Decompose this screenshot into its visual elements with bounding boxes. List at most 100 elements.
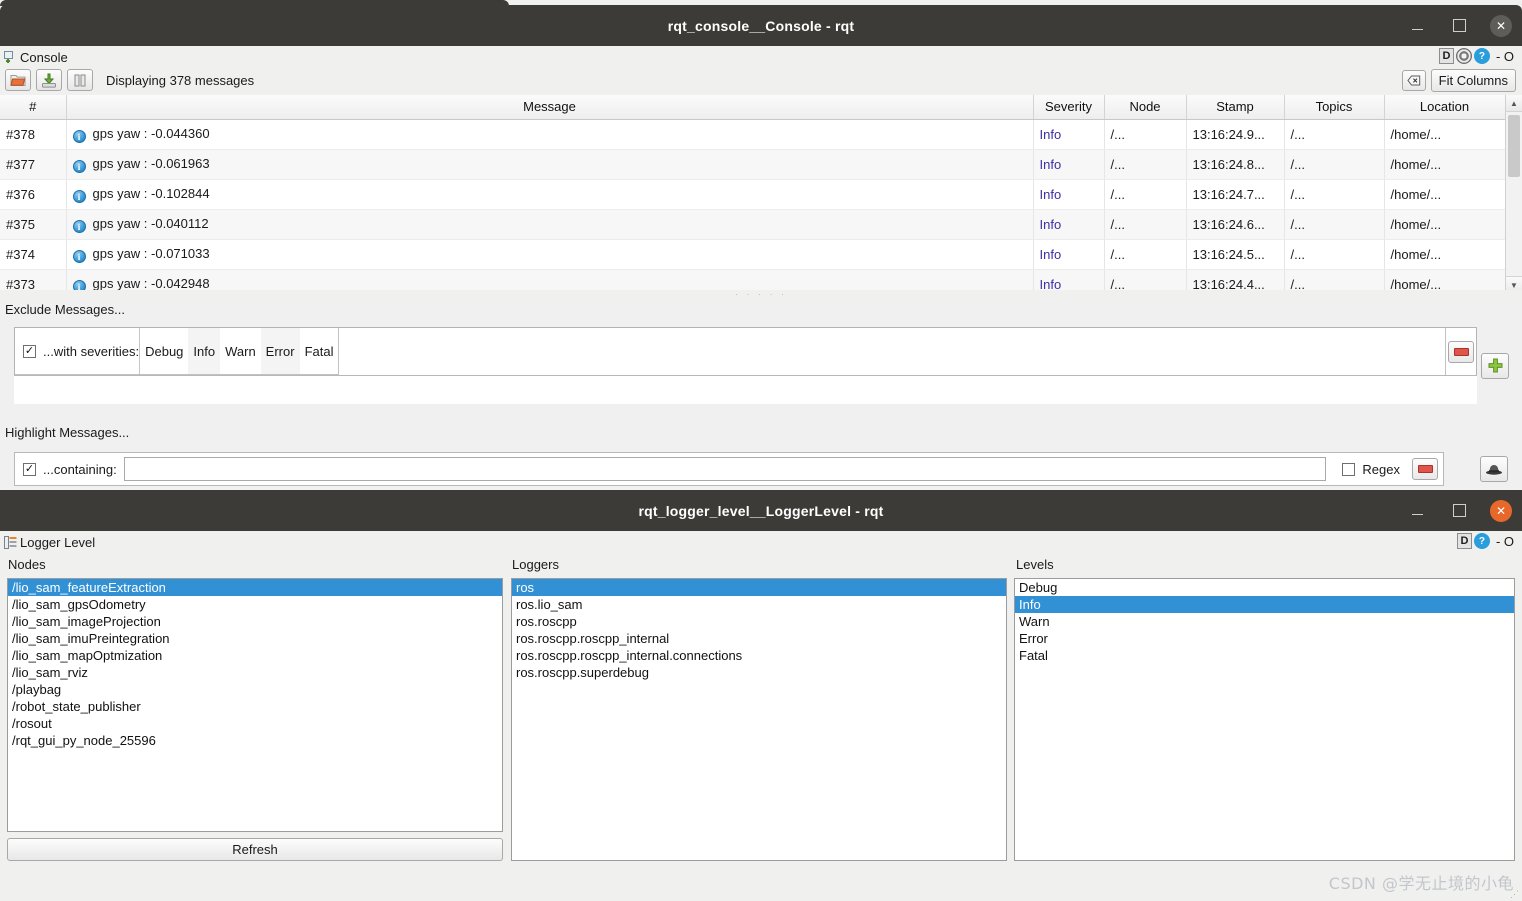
column-header-node[interactable]: Node: [1104, 95, 1187, 120]
list-item[interactable]: /rosout: [8, 715, 502, 732]
severity-option-error[interactable]: Error: [260, 328, 300, 374]
levels-list[interactable]: Debug Info Warn Error Fatal: [1014, 578, 1515, 861]
column-header-location[interactable]: Location: [1384, 95, 1506, 120]
info-icon: i: [72, 189, 86, 203]
exclude-severity-row[interactable]: ✓ ...with severities: Debug Info Warn Er…: [15, 328, 1445, 375]
table-row[interactable]: #377 i gps yaw : -0.061963 Info /... 13:1…: [0, 149, 1506, 180]
logger-float-icon[interactable]: D: [1456, 533, 1472, 549]
cell-num: #376: [0, 179, 67, 210]
pause-button[interactable]: [67, 69, 93, 91]
column-header-stamp[interactable]: Stamp: [1186, 95, 1285, 120]
exclude-filter-list[interactable]: [14, 375, 1477, 404]
gear-icon[interactable]: [1455, 48, 1472, 64]
exclude-severity-checkbox[interactable]: ✓: [23, 344, 36, 358]
table-row[interactable]: #374 i gps yaw : -0.071033 Info /... 13:1…: [0, 239, 1506, 270]
list-item[interactable]: /lio_sam_imageProjection: [8, 613, 502, 630]
list-item[interactable]: ros.roscpp.roscpp_internal: [512, 630, 1006, 647]
nodes-list[interactable]: /lio_sam_featureExtraction /lio_sam_gpsO…: [7, 578, 503, 832]
help-icon[interactable]: ?: [1473, 48, 1490, 64]
logger-close-button[interactable]: ✕: [1490, 499, 1512, 522]
regex-option[interactable]: Regex: [1330, 453, 1412, 485]
column-header-severity[interactable]: Severity: [1033, 95, 1105, 120]
logger-maximize-button[interactable]: [1448, 500, 1470, 522]
highlight-containing-checkbox[interactable]: ✓: [23, 462, 36, 476]
table-splitter[interactable]: · · · · ·: [0, 290, 1522, 299]
list-item[interactable]: /lio_sam_imuPreintegration: [8, 630, 502, 647]
close-button[interactable]: ✕: [1490, 14, 1512, 37]
table-row[interactable]: #376 i gps yaw : -0.102844 Info /... 13:1…: [0, 179, 1506, 210]
hide-messages-button[interactable]: [1480, 456, 1508, 482]
cell-num: #377: [0, 149, 67, 180]
table-scrollbar[interactable]: ▲ ▼: [1505, 95, 1522, 293]
cell-node: /...: [1104, 119, 1187, 150]
logger-minimize-button[interactable]: [1406, 500, 1428, 522]
highlight-remove-cell[interactable]: [1412, 453, 1443, 485]
scroll-up-icon[interactable]: ▲: [1506, 95, 1522, 112]
message-count-status: Displaying 378 messages: [106, 72, 255, 88]
cell-message-text: gps yaw : -0.102844: [92, 185, 210, 201]
severity-option-info[interactable]: Info: [188, 328, 221, 374]
logger-window-controls: ✕: [1406, 490, 1512, 531]
list-item[interactable]: /robot_state_publisher: [8, 698, 502, 715]
highlight-containing-checkbox-cell[interactable]: ✓ ...containing:: [15, 453, 117, 485]
add-exclude-filter-button[interactable]: [1481, 353, 1509, 379]
save-button[interactable]: [36, 69, 62, 91]
list-item[interactable]: ros.roscpp: [512, 613, 1006, 630]
list-item[interactable]: /rqt_gui_py_node_25596: [8, 732, 502, 749]
list-item[interactable]: Fatal: [1015, 647, 1514, 664]
list-item[interactable]: /lio_sam_mapOptmization: [8, 647, 502, 664]
list-item[interactable]: /playbag: [8, 681, 502, 698]
cell-severity: Info: [1033, 209, 1105, 240]
list-item[interactable]: Warn: [1015, 613, 1514, 630]
regex-checkbox[interactable]: [1342, 462, 1356, 476]
highlight-remove-button[interactable]: [1412, 458, 1438, 480]
table-row[interactable]: #375 i gps yaw : -0.040112 Info /... 13:1…: [0, 209, 1506, 240]
table-row[interactable]: #378 i gps yaw : -0.044360 Info /... 13:1…: [0, 119, 1506, 150]
exclude-severity-checkbox-cell[interactable]: ✓ ...with severities:: [15, 328, 139, 374]
column-header-message[interactable]: Message: [66, 95, 1034, 120]
resize-grip[interactable]: ⋰: [1510, 889, 1520, 900]
minimize-button[interactable]: [1406, 15, 1428, 37]
exclude-severity-list[interactable]: Debug Info Warn Error Fatal: [139, 328, 338, 374]
cell-severity: Info: [1033, 119, 1105, 150]
cell-message-text: gps yaw : -0.061963: [92, 155, 210, 171]
cell-num: #378: [0, 119, 67, 150]
highlight-filter-row[interactable]: ✓ ...containing: Regex: [14, 452, 1444, 486]
list-item[interactable]: ros.roscpp.roscpp_internal.connections: [512, 647, 1006, 664]
severity-option-warn[interactable]: Warn: [220, 328, 261, 374]
severity-option-fatal[interactable]: Fatal: [300, 328, 339, 374]
highlight-text-input[interactable]: [123, 457, 1327, 481]
list-item[interactable]: ros.lio_sam: [512, 596, 1006, 613]
open-folder-button[interactable]: [5, 69, 31, 91]
list-item[interactable]: Info: [1015, 596, 1514, 613]
cell-location: /home/...: [1384, 179, 1506, 210]
cell-location: /home/...: [1384, 239, 1506, 270]
list-item[interactable]: /lio_sam_rviz: [8, 664, 502, 681]
clear-icon[interactable]: [1401, 69, 1426, 91]
list-item[interactable]: /lio_sam_featureExtraction: [8, 579, 502, 596]
highlight-messages-label: Highlight Messages...: [5, 425, 130, 440]
refresh-button[interactable]: Refresh: [7, 838, 503, 861]
list-item[interactable]: /lio_sam_gpsOdometry: [8, 596, 502, 613]
logger-help-icon[interactable]: ?: [1473, 533, 1490, 549]
column-header-num[interactable]: #: [0, 95, 67, 120]
cell-severity: Info: [1033, 149, 1105, 180]
fit-columns-button[interactable]: Fit Columns: [1430, 68, 1516, 92]
list-item[interactable]: Debug: [1015, 579, 1514, 596]
exclude-remove-button[interactable]: [1448, 340, 1474, 363]
cell-stamp: 13:16:24.9...: [1186, 119, 1285, 150]
exclude-remove-cell[interactable]: [1445, 328, 1476, 375]
list-item[interactable]: ros.roscpp.superdebug: [512, 664, 1006, 681]
list-item[interactable]: Error: [1015, 630, 1514, 647]
cell-message-text: gps yaw : -0.040112: [92, 215, 209, 231]
list-item[interactable]: ros: [512, 579, 1006, 596]
severity-option-debug[interactable]: Debug: [140, 328, 188, 374]
float-icon[interactable]: D: [1438, 48, 1454, 64]
loggers-list[interactable]: ros ros.lio_sam ros.roscpp ros.roscpp.ro…: [511, 578, 1007, 861]
maximize-button[interactable]: [1448, 15, 1470, 37]
column-header-topics[interactable]: Topics: [1284, 95, 1385, 120]
scrollbar-thumb[interactable]: [1508, 115, 1520, 177]
cell-location: /home/...: [1384, 119, 1506, 150]
logger-dock-extra-controls[interactable]: - O: [1492, 534, 1514, 549]
dock-extra-controls[interactable]: - O: [1492, 49, 1514, 64]
